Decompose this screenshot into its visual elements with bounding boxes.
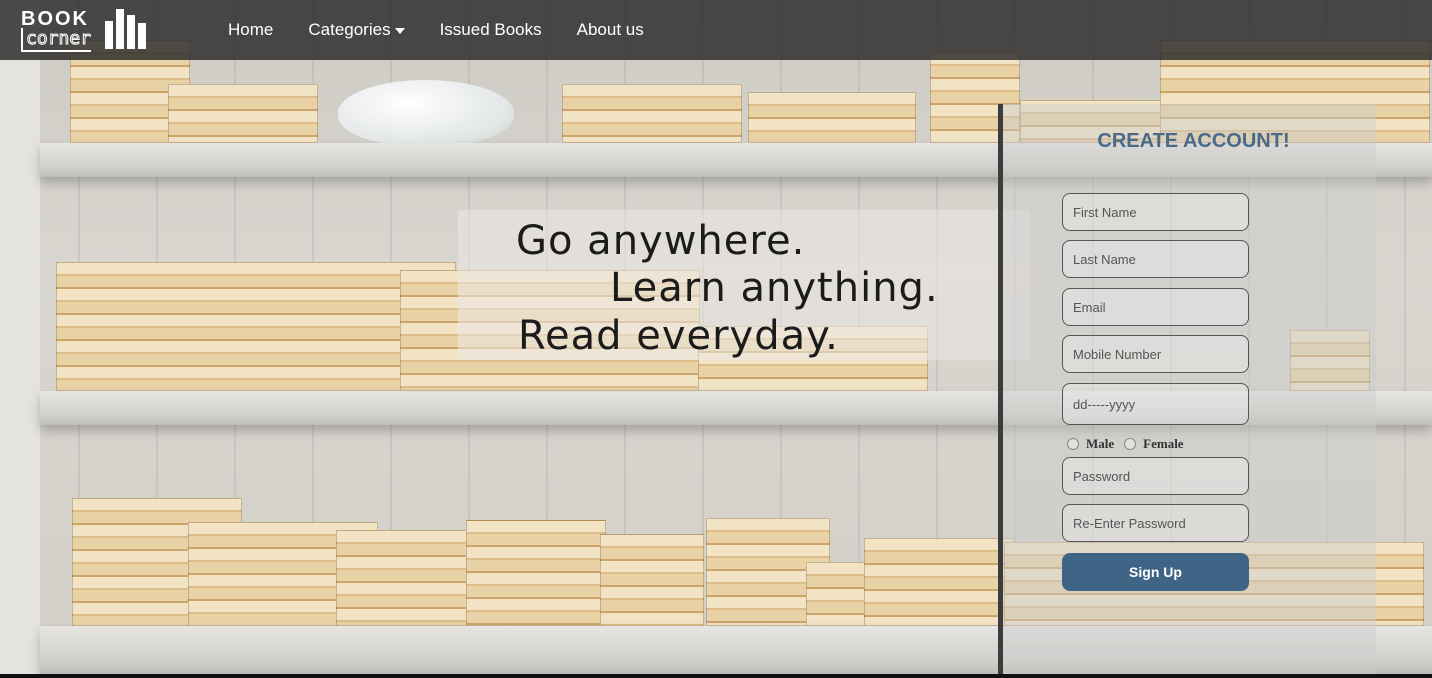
nav-about-link[interactable]: About us xyxy=(577,20,644,40)
nav-categories-label: Categories xyxy=(308,20,391,39)
date-of-birth-input[interactable] xyxy=(1062,383,1249,425)
book-corner-logo[interactable]: BOOK corner xyxy=(15,6,155,54)
create-account-panel: CREATE ACCOUNT! Male Female Sign Up xyxy=(998,104,1376,674)
hero-tagline-box: Go anywhere. Learn anything. Read everyd… xyxy=(458,210,1030,360)
bottom-border xyxy=(0,674,1432,678)
mobile-number-input[interactable] xyxy=(1062,335,1249,373)
sign-up-button[interactable]: Sign Up xyxy=(1062,553,1249,591)
nav-categories-dropdown[interactable]: Categories xyxy=(308,20,405,40)
nav-home-link[interactable]: Home xyxy=(228,20,273,40)
tagline-line-3: Read everyday. xyxy=(518,313,839,359)
nav-menu: Home Categories Issued Books About us xyxy=(228,0,679,60)
password-input[interactable] xyxy=(1062,457,1249,495)
last-name-input[interactable] xyxy=(1062,240,1249,278)
create-account-title: CREATE ACCOUNT! xyxy=(1097,130,1290,152)
caret-down-icon xyxy=(394,27,405,34)
books-bars-icon xyxy=(105,9,151,49)
email-input[interactable] xyxy=(1062,288,1249,326)
female-radio[interactable] xyxy=(1124,438,1137,450)
female-label: Female xyxy=(1143,436,1184,451)
top-navbar: BOOK corner Home Categories Issued Books… xyxy=(0,0,1432,60)
reenter-password-input[interactable] xyxy=(1062,504,1249,542)
logo-text-corner: corner xyxy=(21,28,92,52)
gender-radio-group: Male Female xyxy=(1067,436,1194,452)
tagline-line-1: Go anywhere. xyxy=(516,218,806,264)
male-label: Male xyxy=(1086,436,1115,451)
tagline-line-2: Learn anything. xyxy=(610,265,939,311)
male-radio[interactable] xyxy=(1067,438,1079,450)
nav-issued-books-link[interactable]: Issued Books xyxy=(440,20,542,40)
first-name-input[interactable] xyxy=(1062,193,1249,231)
